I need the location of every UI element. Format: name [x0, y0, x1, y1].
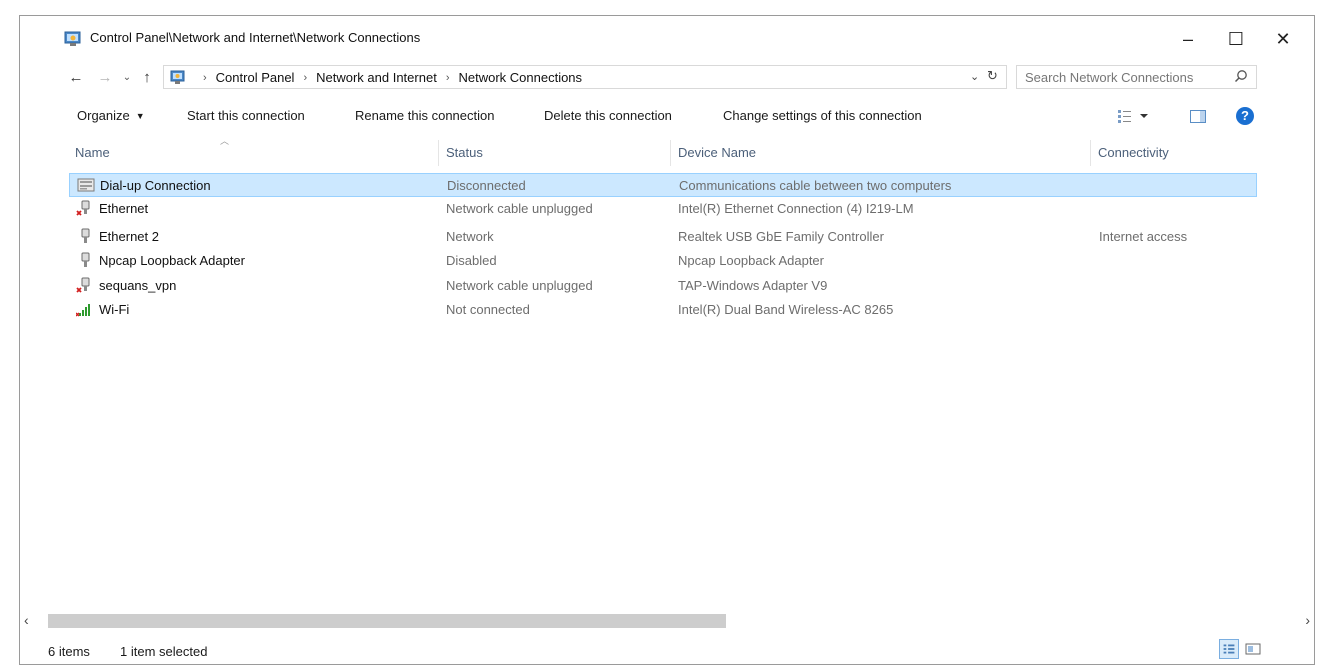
navigation-bar: ← → ⌄ ↑ › Control Panel › Network and In… — [20, 60, 1314, 94]
column-status[interactable]: Status — [446, 145, 483, 160]
connection-name: Dial-up Connection — [100, 178, 211, 193]
column-name[interactable]: Name — [75, 145, 110, 160]
scrollbar-thumb[interactable] — [48, 614, 726, 628]
command-bar: Organize ▼ Start this connection Rename t… — [20, 100, 1314, 132]
minimize-button[interactable]: – — [1165, 24, 1211, 54]
organize-menu[interactable]: Organize ▼ — [77, 108, 145, 123]
explorer-window: Control Panel\Network and Internet\Netwo… — [19, 15, 1315, 665]
column-divider[interactable] — [670, 140, 671, 166]
window-title: Control Panel\Network and Internet\Netwo… — [90, 30, 421, 45]
ethernet-icon — [81, 228, 90, 243]
connection-status: Not connected — [446, 302, 530, 317]
organize-label: Organize — [77, 108, 130, 123]
search-placeholder: Search Network Connections — [1025, 70, 1194, 85]
breadcrumb: › Control Panel › Network and Internet ›… — [194, 70, 582, 85]
address-bar[interactable]: › Control Panel › Network and Internet ›… — [163, 65, 1007, 89]
connection-name: sequans_vpn — [99, 278, 177, 293]
back-button[interactable]: ← — [66, 66, 86, 88]
table-row[interactable]: Wi-Fi Not connected Intel(R) Dual Band W… — [69, 298, 1257, 322]
scroll-left-icon[interactable]: ‹ — [24, 612, 29, 628]
breadcrumb-separator[interactable]: › — [446, 72, 450, 84]
close-button[interactable]: ✕ — [1260, 24, 1306, 54]
table-row[interactable]: Dial-up Connection Disconnected Communic… — [69, 173, 1257, 197]
connection-name: Ethernet 2 — [99, 229, 159, 244]
breadcrumb-network-and-internet[interactable]: Network and Internet — [316, 70, 437, 85]
connection-connectivity: Internet access — [1099, 229, 1188, 244]
search-input[interactable]: Search Network Connections — [1016, 65, 1257, 89]
connection-name: Wi-Fi — [99, 302, 130, 317]
delete-connection-button[interactable]: Delete this connection — [544, 108, 672, 123]
sort-ascending-icon: ︿ — [220, 136, 230, 146]
connection-name: Npcap Loopback Adapter — [99, 253, 245, 268]
selection-count: 1 item selected — [120, 644, 208, 659]
maximize-button[interactable]: ☐ — [1213, 24, 1259, 54]
column-divider[interactable] — [438, 140, 439, 166]
chevron-down-icon: ▼ — [135, 111, 145, 121]
connection-status: Disconnected — [447, 178, 526, 193]
connection-status: Network cable unplugged — [446, 201, 593, 216]
scroll-right-icon[interactable]: › — [1305, 612, 1310, 628]
search-icon[interactable] — [1234, 69, 1248, 83]
title-bar: Control Panel\Network and Internet\Netwo… — [20, 16, 1314, 60]
refresh-icon[interactable]: ↻ — [987, 68, 998, 84]
horizontal-scrollbar[interactable]: ‹ › — [20, 612, 1314, 630]
control-panel-icon — [170, 70, 185, 84]
column-header: ︿ Name Status Device Name Connectivity — [20, 136, 1314, 166]
connection-name: Ethernet — [99, 201, 149, 216]
connection-device: Realtek USB GbE Family Controller — [678, 229, 884, 244]
table-row[interactable]: Ethernet Network cable unplugged Intel(R… — [69, 197, 1257, 221]
help-icon[interactable]: ? — [1236, 107, 1254, 125]
column-device-name[interactable]: Device Name — [678, 145, 756, 160]
table-row[interactable]: Ethernet 2 Network Realtek USB GbE Famil… — [69, 225, 1257, 249]
large-icons-view-icon[interactable] — [1243, 639, 1263, 659]
table-row[interactable]: Npcap Loopback Adapter Disabled Npcap Lo… — [69, 249, 1257, 273]
breadcrumb-network-connections[interactable]: Network Connections — [458, 70, 582, 85]
breadcrumb-separator[interactable]: › — [203, 72, 207, 84]
connection-device: Intel(R) Dual Band Wireless-AC 8265 — [678, 302, 894, 317]
dialup-icon — [77, 178, 95, 192]
change-view-icon[interactable] — [1118, 109, 1152, 123]
column-divider[interactable] — [1090, 140, 1091, 166]
preview-pane-icon[interactable] — [1190, 110, 1206, 123]
breadcrumb-separator[interactable]: › — [303, 72, 307, 84]
ethernet-icon — [81, 252, 90, 267]
ethernet-unplugged-icon — [76, 200, 90, 216]
rename-connection-button[interactable]: Rename this connection — [355, 108, 494, 123]
connection-device: Communications cable between two compute… — [679, 178, 952, 193]
connection-device: Intel(R) Ethernet Connection (4) I219-LM — [678, 201, 914, 216]
connection-device: Npcap Loopback Adapter — [678, 253, 824, 268]
address-dropdown-icon[interactable]: ⌄ — [970, 70, 979, 83]
connection-status: Disabled — [446, 253, 497, 268]
connection-status: Network — [446, 229, 494, 244]
control-panel-icon — [64, 31, 81, 46]
item-count: 6 items — [48, 644, 90, 659]
wifi-icon — [76, 304, 90, 317]
breadcrumb-control-panel[interactable]: Control Panel — [216, 70, 295, 85]
up-button[interactable]: ↑ — [138, 66, 156, 88]
details-view-icon[interactable] — [1219, 639, 1239, 659]
connection-device: TAP-Windows Adapter V9 — [678, 278, 828, 293]
table-row[interactable]: sequans_vpn Network cable unplugged TAP-… — [69, 274, 1257, 298]
forward-button[interactable]: → — [96, 66, 114, 88]
ethernet-unplugged-icon — [76, 277, 90, 293]
change-settings-button[interactable]: Change settings of this connection — [723, 108, 922, 123]
connection-status: Network cable unplugged — [446, 278, 593, 293]
recent-locations-button[interactable]: ⌄ — [120, 66, 134, 88]
status-bar: 6 items 1 item selected — [20, 636, 1314, 664]
column-connectivity[interactable]: Connectivity — [1098, 145, 1169, 160]
start-connection-button[interactable]: Start this connection — [187, 108, 305, 123]
